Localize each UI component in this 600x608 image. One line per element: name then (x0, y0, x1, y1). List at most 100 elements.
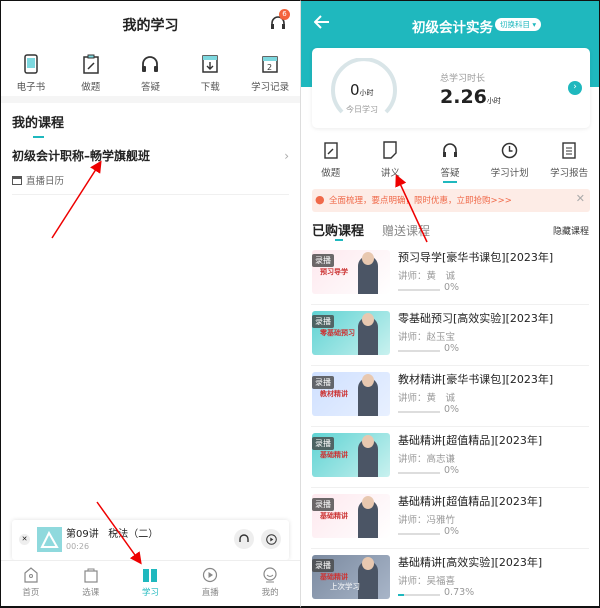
teacher-head (362, 496, 374, 509)
svg-text:2: 2 (267, 63, 272, 72)
course-card[interactable]: 初级会计职称–畅学旗舰班 › 直播日历 (1, 138, 300, 195)
clock-icon (501, 142, 518, 158)
promo-banner[interactable]: ● 全面梳理，要点明确，限时优惠，立即抢购>>> ✕ (312, 189, 590, 212)
quick-label: 学习记录 (251, 82, 290, 93)
headphones-icon (239, 534, 249, 542)
mini-player[interactable]: ✕ 第09讲 税法（二） 00:26 (12, 520, 289, 560)
today-unit: 小时 (359, 89, 374, 97)
recorded-badge: 录播 (312, 315, 334, 328)
study-stats-card[interactable]: 0小时 今日学习 总学习时长 2.26小时 › (312, 48, 590, 128)
course-teacher: 讲师：赵玉宝 (398, 332, 456, 343)
document-icon (383, 141, 398, 159)
nav-mine[interactable]: 我的 (240, 561, 300, 606)
tab-gift-courses[interactable]: 赠送课程 (382, 222, 430, 239)
divider (1, 96, 300, 103)
total-label: 总学习时长 (440, 74, 486, 84)
recorded-badge: 录播 (312, 437, 334, 450)
nav-live[interactable]: 直播 (180, 561, 240, 606)
tool-exercise[interactable]: 做题 (301, 139, 361, 183)
back-button[interactable] (313, 13, 330, 34)
progress-bar (398, 350, 440, 352)
course-thumbnail: 基础精讲 录播 上次学习 (312, 555, 390, 599)
tool-plan[interactable]: 学习计划 (480, 139, 540, 183)
thumbnail-title: 预习导学 (320, 268, 348, 276)
course-item[interactable]: 基础精讲 录播 基础精讲[超值精品][2023年] 讲师：高志谦 0% (311, 427, 589, 488)
course-item[interactable]: 基础精讲 录播 基础精讲[超值精品][2023年] 讲师：冯雅竹 0% (311, 488, 589, 549)
live-calendar-link[interactable]: 直播日历 (12, 173, 64, 187)
progress-bar (398, 472, 440, 474)
nav-label: 首页 (22, 588, 40, 598)
logo-icon (40, 530, 59, 548)
course-thumbnail: 预习导学 录播 (312, 250, 390, 294)
headphones-icon (142, 56, 159, 72)
bottom-nav: 首页 选课 学习 直播 我的 (1, 560, 300, 606)
course-title: 基础精讲[高效实验][2023年] (398, 556, 543, 569)
quick-ebook[interactable]: 电子书 (1, 53, 61, 93)
profile-icon (263, 567, 277, 583)
thumbnail-title: 基础精讲 (320, 512, 348, 520)
close-player-button[interactable]: ✕ (19, 534, 30, 545)
quick-download[interactable]: 下载 (180, 53, 240, 93)
quick-label: 答疑 (140, 82, 160, 93)
ebook-icon (24, 54, 38, 74)
total-unit: 小时 (486, 97, 501, 105)
tool-qa[interactable]: 答疑 (420, 139, 480, 183)
customer-service-button[interactable]: 6 (270, 9, 290, 31)
course-teacher: 讲师：高志谦 (398, 454, 456, 465)
nav-home[interactable]: 首页 (1, 561, 61, 606)
promo-text: 全面梳理，要点明确，限时优惠，立即抢购>>> (329, 196, 512, 206)
nav-study[interactable]: 学习 (121, 561, 181, 606)
course-title: 零基础预习[高效实验][2023年] (398, 312, 554, 325)
course-item[interactable]: 基础精讲 录播 上次学习 基础精讲[高效实验][2023年] 讲师：吴福喜 0.… (311, 549, 589, 606)
nav-label: 我的 (261, 588, 279, 598)
progress-percent: 0% (444, 526, 460, 537)
recorded-badge: 录播 (312, 559, 334, 572)
quick-label: 下载 (200, 82, 220, 93)
quick-record[interactable]: 2 学习记录 (240, 53, 300, 93)
caret-down-icon: ▾ (532, 20, 537, 29)
nav-label: 直播 (201, 588, 219, 598)
hide-courses-button[interactable]: 隐藏课程 (553, 224, 589, 237)
shopping-bag-icon (84, 568, 98, 583)
course-item[interactable]: 预习导学 录播 预习导学[豪华书课包][2023年] 讲师：黄 诚 0% (311, 244, 589, 305)
course-item[interactable]: 教材精讲 录播 教材精讲[豪华书课包][2023年] 讲师：黄 诚 0% (311, 366, 589, 427)
course-item[interactable]: 零基础预习 录播 零基础预习[高效实验][2023年] 讲师：赵玉宝 0% (311, 305, 589, 366)
switch-subject-label: 切换科目 (500, 20, 530, 29)
today-hours: 0 (350, 81, 360, 99)
progress-bar (398, 594, 440, 596)
close-promo-button[interactable]: ✕ (576, 192, 585, 205)
quick-label: 电子书 (16, 82, 46, 93)
course-teacher: 讲师：黄 诚 (398, 393, 456, 404)
chevron-right-icon: › (284, 149, 289, 163)
calendar-icon: 2 (262, 56, 278, 73)
tab-bought-courses[interactable]: 已购课程 (312, 220, 364, 239)
calendar-icon (12, 175, 22, 185)
tool-report[interactable]: 学习报告 (539, 139, 599, 183)
progress-percent: 0% (444, 404, 460, 415)
course-title: 基础精讲[超值精品][2023年] (398, 495, 543, 508)
live-calendar-label: 直播日历 (26, 176, 65, 187)
thumbnail-title: 基础精讲 (320, 451, 348, 459)
total-value: 2.26小时 (440, 86, 501, 108)
notification-badge: 6 (279, 9, 290, 20)
nav-courses[interactable]: 选课 (61, 561, 121, 606)
lesson-time: 00:26 (66, 542, 90, 551)
play-button[interactable] (261, 529, 281, 549)
recorded-badge: 录播 (312, 376, 334, 389)
stats-detail-button[interactable]: › (568, 81, 582, 95)
switch-subject-button[interactable]: 切换科目 ▾ (495, 18, 542, 31)
subject-title: 初级会计实务 (412, 20, 493, 36)
quick-label: 做题 (81, 82, 101, 93)
audio-mode-button[interactable] (234, 529, 254, 549)
lesson-name: 税法（二） (108, 529, 159, 540)
course-detail-panel: 初级会计实务 切换科目 ▾ 0小时 今日学习 总学习时长 2.26小时 › 做题… (300, 0, 600, 608)
chevron-right-icon: › (573, 82, 577, 92)
download-icon (202, 55, 219, 73)
today-label: 今日学习 (346, 105, 378, 114)
thumbnail-title: 零基础预习 (320, 329, 355, 337)
course-thumbnail: 基础精讲 录播 (312, 433, 390, 477)
tool-handout[interactable]: 讲义 (361, 139, 421, 183)
quick-exercise[interactable]: 做题 (61, 53, 121, 93)
nav-label: 学习 (141, 588, 159, 598)
quick-qa[interactable]: 答疑 (121, 53, 181, 93)
